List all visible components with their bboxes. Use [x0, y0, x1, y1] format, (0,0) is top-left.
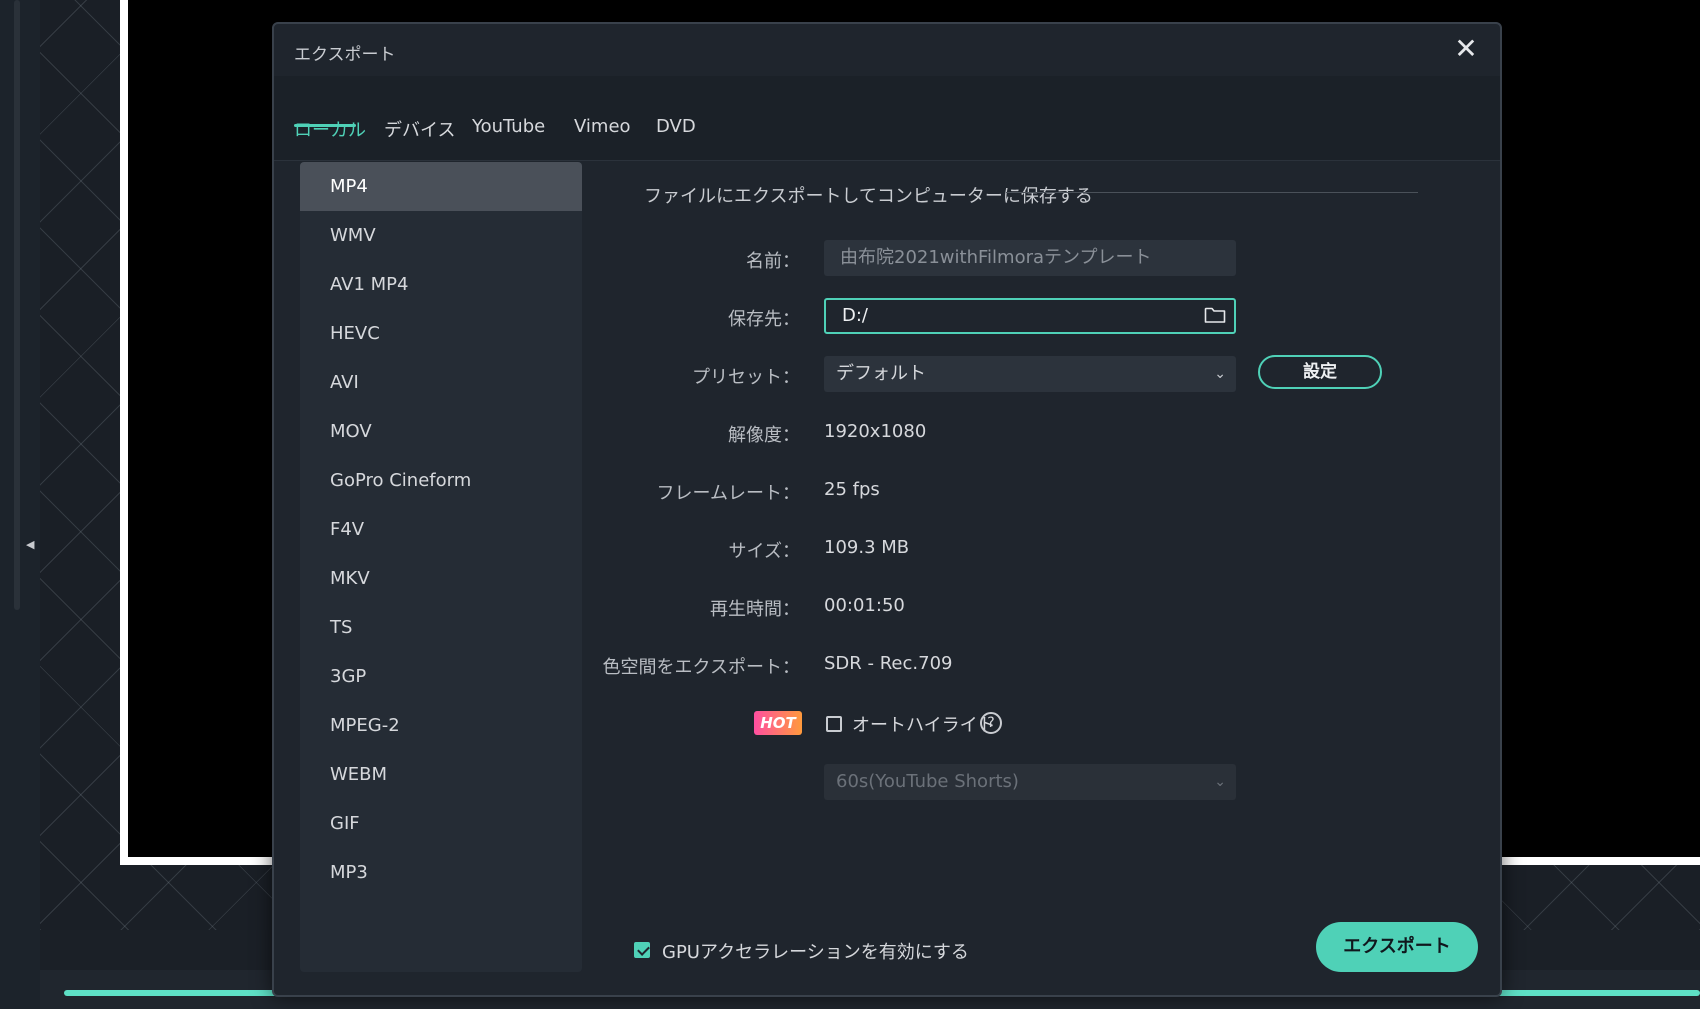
close-icon[interactable]: ✕: [1450, 34, 1482, 66]
export-button[interactable]: エクスポート: [1316, 922, 1478, 972]
auto-highlight-label: オートハイライト: [852, 715, 996, 736]
format-item-webm[interactable]: WEBM: [300, 750, 582, 799]
gpu-acceleration-checkbox[interactable]: [634, 942, 650, 958]
app-left-panel: ◀: [0, 0, 40, 1009]
tab-vimeo[interactable]: Vimeo: [574, 116, 631, 137]
preset-value: デフォルト: [836, 363, 926, 384]
destination-value: D:/: [842, 305, 868, 326]
size-label: サイズ：: [728, 541, 800, 562]
format-item-mpeg-2[interactable]: MPEG-2: [300, 701, 582, 750]
collapse-arrow-icon[interactable]: ◀: [26, 538, 34, 551]
name-label: 名前：: [746, 251, 800, 272]
tab-dvd[interactable]: DVD: [656, 116, 696, 137]
help-icon[interactable]: ?: [980, 712, 1002, 734]
tab-local[interactable]: ローカル: [294, 116, 366, 142]
chevron-down-icon: ⌄: [1214, 774, 1226, 790]
format-item-mp4[interactable]: MP4: [300, 162, 582, 211]
tab-youtube[interactable]: YouTube: [472, 116, 545, 137]
settings-button[interactable]: 設定: [1258, 355, 1382, 389]
duration-label: 再生時間：: [710, 599, 800, 620]
framerate-value: 25 fps: [824, 479, 880, 500]
preset-label: プリセット：: [692, 367, 800, 388]
colorspace-label: 色空間をエクスポート：: [602, 657, 800, 678]
section-divider: [1006, 192, 1418, 193]
chevron-down-icon: ⌄: [1214, 366, 1226, 382]
tab-bar: ローカル デバイス YouTube Vimeo DVD: [274, 76, 1500, 161]
duration-value: 00:01:50: [824, 595, 905, 616]
shorts-duration-value: 60s(YouTube Shorts): [836, 771, 1019, 792]
export-dialog: エクスポート ✕ ローカル デバイス YouTube Vimeo DVD MP4…: [272, 22, 1502, 997]
framerate-label: フレームレート：: [656, 483, 800, 504]
format-item-gif[interactable]: GIF: [300, 799, 582, 848]
auto-highlight-checkbox[interactable]: [826, 716, 842, 732]
tab-device[interactable]: デバイス: [384, 116, 455, 142]
colorspace-value: SDR - Rec.709: [824, 653, 953, 674]
hot-badge: HOT: [754, 711, 802, 735]
gpu-acceleration-label: GPUアクセラレーションを有効にする: [662, 942, 969, 963]
folder-icon[interactable]: [1204, 306, 1226, 324]
resolution-value: 1920x1080: [824, 421, 927, 442]
destination-label: 保存先：: [728, 309, 800, 330]
resolution-label: 解像度：: [728, 425, 800, 446]
destination-field[interactable]: D:/: [824, 298, 1236, 334]
section-title: ファイルにエクスポートしてコンピューターに保存する: [644, 186, 1093, 207]
active-tab-indicator: [294, 124, 356, 127]
format-item-mp3[interactable]: MP3: [300, 848, 582, 897]
format-list: MP4 WMV AV1 MP4 HEVC AVI MOV GoPro Cinef…: [300, 162, 582, 972]
preset-select[interactable]: デフォルト ⌄: [824, 356, 1236, 392]
size-value: 109.3 MB: [824, 537, 910, 558]
shorts-duration-select[interactable]: 60s(YouTube Shorts) ⌄: [824, 764, 1236, 800]
name-field[interactable]: 由布院2021withFilmoraテンプレート: [824, 240, 1236, 276]
left-panel-scrollbar[interactable]: [14, 0, 20, 610]
dialog-title: エクスポート: [294, 45, 396, 65]
